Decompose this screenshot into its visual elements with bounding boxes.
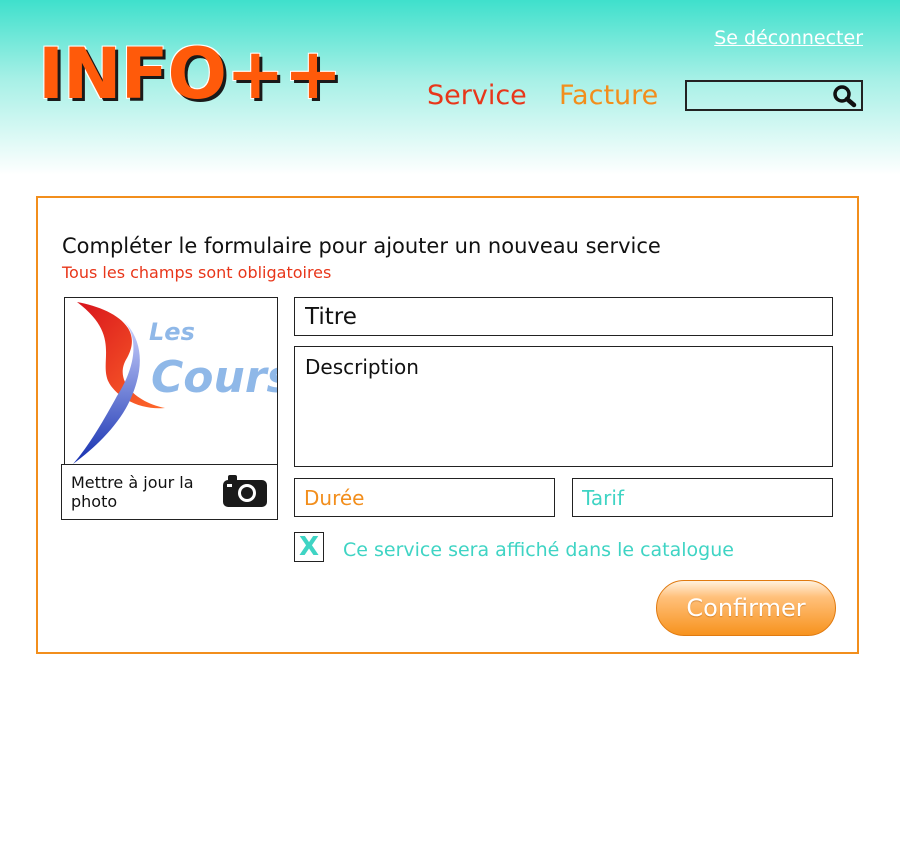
form-title: Compléter le formulaire pour ajouter un …	[62, 234, 661, 258]
nav-service[interactable]: Service	[427, 80, 527, 111]
add-service-form: Compléter le formulaire pour ajouter un …	[36, 196, 859, 654]
search-input[interactable]	[687, 82, 827, 109]
logout-link[interactable]: Se déconnecter	[714, 27, 863, 49]
catalogue-checkbox-label[interactable]: Ce service sera affiché dans le catalogu…	[343, 539, 734, 561]
confirm-button[interactable]: Confirmer	[656, 580, 836, 636]
form-subtitle: Tous les champs sont obligatoires	[62, 263, 332, 282]
catalogue-checkbox[interactable]: X	[294, 532, 324, 562]
camera-icon	[223, 475, 267, 507]
search-box	[685, 80, 863, 111]
search-icon[interactable]	[832, 84, 858, 108]
description-textarea[interactable]	[294, 346, 833, 467]
app-logo: INFO++	[38, 33, 342, 115]
header: INFO++ Se déconnecter Service Facture	[0, 0, 900, 175]
logo-text-cours: Cours	[151, 352, 278, 403]
title-input[interactable]	[294, 297, 833, 336]
update-photo-label: Mettre à jour la photo	[71, 473, 194, 511]
update-photo-button[interactable]: Mettre à jour la photo	[61, 464, 278, 520]
duration-input[interactable]	[294, 478, 555, 517]
les-cours-logo-image: Les Cours	[73, 302, 278, 464]
service-photo: Les Cours	[64, 297, 278, 467]
nav-facture[interactable]: Facture	[559, 80, 658, 111]
logo-text-les: Les	[149, 318, 195, 346]
price-input[interactable]	[572, 478, 833, 517]
